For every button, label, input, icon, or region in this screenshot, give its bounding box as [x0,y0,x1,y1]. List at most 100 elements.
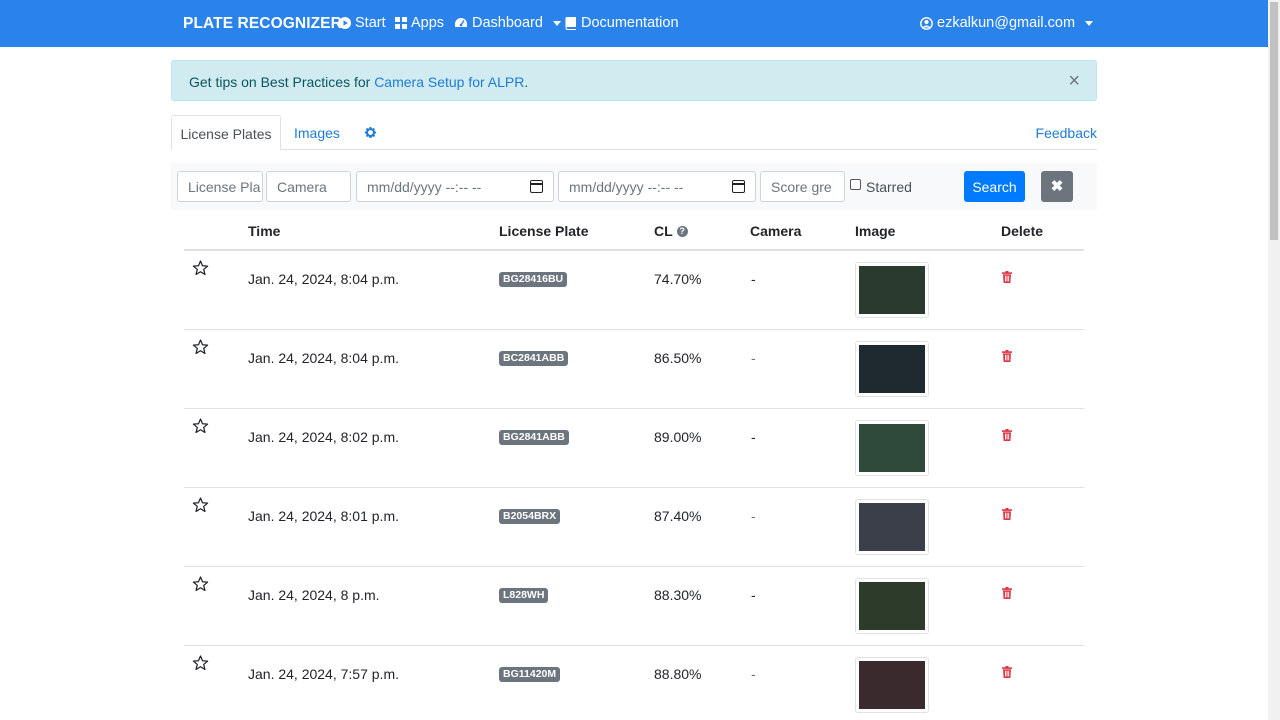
row-camera: - [751,271,756,287]
nav-start-label: Start [355,15,386,31]
table-row: Jan. 24, 2024, 8 p.m. L828WH 88.30% - [184,567,1084,646]
plate-badge[interactable]: L828WH [499,588,549,603]
camera-filter-input[interactable]: Camera [266,171,351,202]
plate-badge[interactable]: BG28416BU [499,272,568,287]
tips-alert: Get tips on Best Practices for Camera Se… [171,60,1097,101]
trash-icon[interactable] [1002,665,1012,681]
col-license-plate: License Plate [499,223,589,239]
thumbnail-image [859,266,925,314]
thumbnail-image [859,582,925,630]
plate-thumbnail[interactable] [855,341,929,397]
license-plate-filter-input[interactable]: License Pla [177,171,263,202]
user-circle-icon [920,16,933,30]
star-icon[interactable] [192,339,209,358]
row-cl: 87.40% [654,508,702,524]
plate-badge[interactable]: B2054BRX [499,509,561,524]
clear-filter-button[interactable]: ✖ [1041,171,1073,202]
alert-close-button[interactable]: × [1068,71,1080,91]
alert-suffix: . [524,74,529,90]
col-image: Image [855,223,896,239]
date-to-input[interactable]: mm/dd/yyyy --:-- -- [558,171,756,202]
nav-documentation[interactable]: Documentation [565,15,679,31]
table-header: Time License Plate CL ? Camera Image Del… [184,215,1084,251]
play-circle-icon [339,17,351,29]
table-row: Jan. 24, 2024, 8:04 p.m. BC2841ABB 86.50% - [184,330,1084,409]
row-cl: 86.50% [654,350,702,366]
trash-icon[interactable] [1002,349,1012,365]
nav-start[interactable]: Start [339,15,386,31]
dashboard-gauge-icon [455,18,467,27]
plate-thumbnail[interactable] [855,578,929,634]
table-row: Jan. 24, 2024, 8:01 p.m. B2054BRX 87.40% - [184,488,1084,567]
thumbnail-image [859,503,925,551]
star-icon[interactable] [192,576,209,595]
calendar-icon[interactable] [530,180,543,193]
grid-icon [395,17,407,29]
row-cl: 88.80% [654,666,702,682]
calendar-icon[interactable] [732,180,745,193]
date-to-text: mm/dd/yyyy --:-- -- [569,179,684,195]
row-time: Jan. 24, 2024, 8:04 p.m. [248,350,399,366]
row-camera: - [751,429,756,445]
thumbnail-image [859,661,925,709]
user-menu[interactable]: ezkalkun@gmail.com [920,15,1094,31]
plate-badge[interactable]: BG2841ABB [499,430,569,445]
star-icon[interactable] [192,418,209,437]
gear-icon [364,126,377,139]
starred-checkbox[interactable] [850,178,861,190]
camera-setup-link[interactable]: Camera Setup for ALPR [374,74,524,90]
alert-prefix: Get tips on Best Practices for [189,74,375,90]
user-email: ezkalkun@gmail.com [937,15,1076,31]
starred-filter[interactable]: Starred [850,178,912,195]
row-time: Jan. 24, 2024, 8:01 p.m. [248,508,399,524]
brand-logo[interactable]: PLATE RECOGNIZER [183,15,342,33]
row-camera: - [751,350,756,366]
page-scrollbar[interactable] [1268,0,1280,720]
table-row: Jan. 24, 2024, 7:57 p.m. BG11420M 88.80% - [184,646,1084,720]
score-filter-input[interactable]: Score gre [760,171,845,202]
thumbnail-image [859,424,925,472]
star-icon[interactable] [192,655,209,674]
col-camera: Camera [750,223,802,239]
trash-icon[interactable] [1002,270,1012,286]
book-icon [565,16,576,30]
col-time: Time [248,223,281,239]
plate-thumbnail[interactable] [855,499,929,555]
col-delete: Delete [1001,223,1044,239]
date-from-text: mm/dd/yyyy --:-- -- [367,179,482,195]
tab-images[interactable]: Images [294,115,340,150]
trash-icon[interactable] [1002,507,1012,523]
row-time: Jan. 24, 2024, 8 p.m. [248,587,380,603]
scrollbar-thumb[interactable] [1270,2,1278,240]
row-cl: 74.70% [654,271,702,287]
row-time: Jan. 24, 2024, 8:02 p.m. [248,429,399,445]
nav-dashboard[interactable]: Dashboard [454,15,561,31]
plate-thumbnail[interactable] [855,262,929,318]
date-from-input[interactable]: mm/dd/yyyy --:-- -- [356,171,554,202]
feedback-link[interactable]: Feedback [1036,125,1097,141]
col-cl: CL ? [654,223,688,239]
plate-badge[interactable]: BG11420M [499,667,561,682]
row-camera: - [751,666,756,682]
plate-thumbnail[interactable] [855,657,929,713]
tab-settings[interactable] [364,116,377,151]
trash-icon[interactable] [1002,586,1012,602]
nav-dashboard-label: Dashboard [472,15,543,31]
plate-badge[interactable]: BC2841ABB [499,351,569,366]
row-time: Jan. 24, 2024, 8:04 p.m. [248,271,399,287]
star-icon[interactable] [192,497,209,516]
navbar: PLATE RECOGNIZER Start Apps Dashboard Do… [0,0,1268,47]
nav-apps[interactable]: Apps [395,15,444,31]
trash-icon[interactable] [1002,428,1012,444]
plate-thumbnail[interactable] [855,420,929,476]
star-icon[interactable] [192,260,209,279]
thumbnail-image [859,345,925,393]
nav-apps-label: Apps [411,15,445,31]
chevron-down-icon [552,20,561,26]
row-camera: - [751,508,756,524]
filter-bar: License Pla Camera mm/dd/yyyy --:-- -- m… [171,163,1097,210]
search-button[interactable]: Search [964,171,1025,202]
table-row: Jan. 24, 2024, 8:04 p.m. BG28416BU 74.70% - [184,251,1084,330]
question-circle-icon[interactable]: ? [676,225,688,237]
tab-license-plates[interactable]: License Plates [171,115,281,150]
